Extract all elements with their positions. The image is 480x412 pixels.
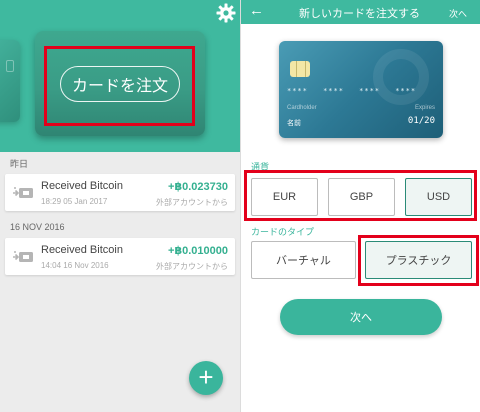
order-card-button[interactable]: カードを注文 bbox=[60, 66, 180, 102]
transaction-title: Received Bitcoin bbox=[41, 244, 123, 256]
card-type-virtual-button[interactable]: バーチャル bbox=[251, 241, 356, 279]
card-number: **** **** **** **** bbox=[287, 87, 417, 95]
section-date-label: 16 NOV 2016 bbox=[10, 222, 65, 232]
currency-eur-button[interactable]: EUR bbox=[251, 178, 318, 216]
transaction-amount: +฿0.023730 bbox=[168, 181, 228, 193]
card-preview: **** **** **** **** Cardholder Expires 名… bbox=[279, 41, 443, 138]
page-title: 新しいカードを注文する bbox=[299, 8, 420, 20]
transaction-amount: +฿0.010000 bbox=[168, 245, 228, 257]
chip-icon bbox=[290, 61, 310, 77]
transaction-row[interactable]: Received Bitcoin 18:29 05 Jan 2017 +฿0.0… bbox=[5, 174, 235, 211]
card-type-plastic-button[interactable]: プラスチック bbox=[365, 241, 472, 279]
cardholder-name: 名前 bbox=[287, 120, 301, 127]
plus-icon[interactable]: + bbox=[189, 361, 223, 395]
transaction-title: Received Bitcoin bbox=[41, 180, 123, 192]
card-logo-icon bbox=[373, 49, 429, 105]
top-bar: ← 新しいカードを注文する 次へ bbox=[241, 0, 480, 24]
receive-icon bbox=[12, 185, 34, 201]
transaction-time: 18:29 05 Jan 2017 bbox=[41, 197, 108, 206]
gear-icon[interactable] bbox=[216, 3, 236, 23]
currency-label: 通貨 bbox=[251, 162, 270, 172]
transaction-source: 外部アカウントから bbox=[156, 262, 228, 271]
order-card-panel: ← 新しいカードを注文する 次へ **** **** **** **** Car… bbox=[240, 0, 480, 412]
arrow-left-icon[interactable]: ← bbox=[249, 2, 264, 19]
receive-icon bbox=[12, 249, 34, 265]
card-expiry: 01/20 bbox=[407, 116, 435, 126]
card-type-label: カードのタイプ bbox=[251, 227, 315, 237]
next-link[interactable]: 次へ bbox=[449, 7, 467, 20]
dashboard-panel: カードを注文 昨日 Received Bitcoin 18:29 05 Jan … bbox=[0, 0, 240, 412]
section-date-label: 昨日 bbox=[10, 159, 29, 169]
transaction-source: 外部アカウントから bbox=[156, 198, 228, 207]
currency-usd-button[interactable]: USD bbox=[405, 178, 472, 216]
cardholder-label: Cardholder bbox=[287, 105, 317, 111]
next-button[interactable]: 次へ bbox=[280, 299, 442, 335]
currency-gbp-button[interactable]: GBP bbox=[328, 178, 395, 216]
existing-card-preview[interactable] bbox=[0, 40, 20, 122]
transaction-time: 14:04 16 Nov 2016 bbox=[41, 261, 109, 270]
card-header-area: カードを注文 bbox=[0, 0, 240, 152]
expires-label: Expires bbox=[414, 105, 435, 111]
transaction-row[interactable]: Received Bitcoin 14:04 16 Nov 2016 +฿0.0… bbox=[5, 238, 235, 275]
